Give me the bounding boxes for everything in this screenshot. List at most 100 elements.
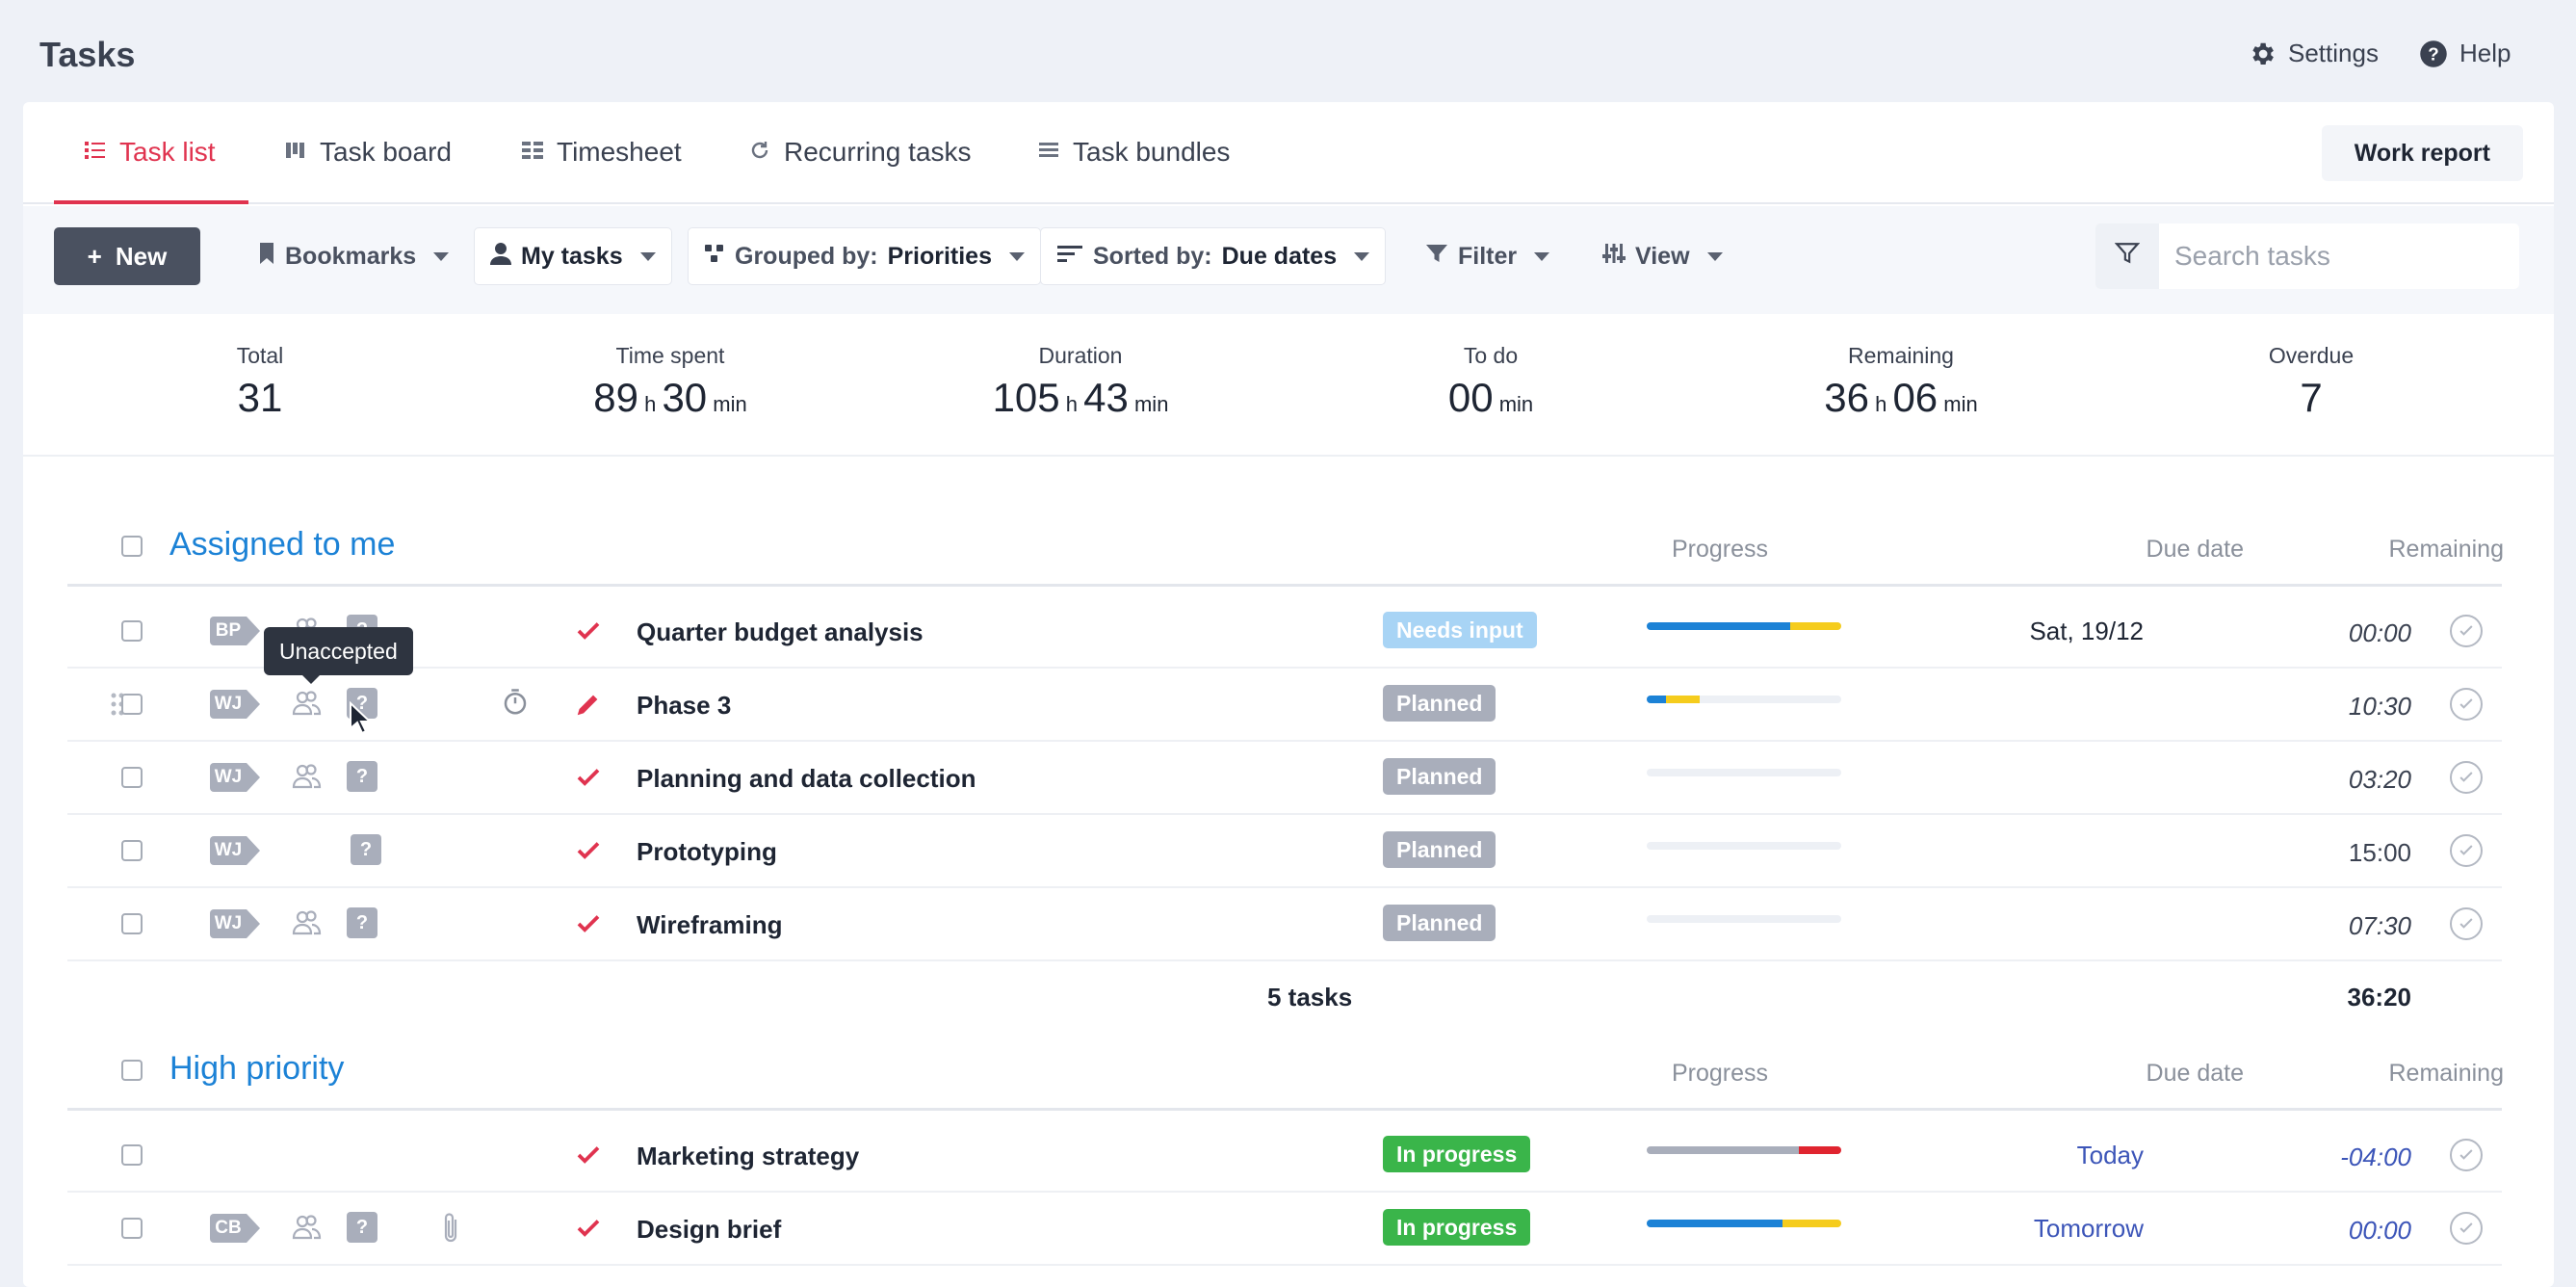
assignee-badge[interactable]: CB — [210, 1214, 260, 1243]
task-name[interactable]: Marketing strategy — [637, 1142, 859, 1171]
stat-to-do: To do 00 min — [1346, 343, 1635, 421]
stat-label: Remaining — [1848, 343, 1954, 368]
assignee-badge[interactable]: BP — [210, 617, 260, 645]
row-checkbox[interactable] — [121, 694, 143, 715]
status-badge[interactable]: Planned — [1383, 685, 1496, 722]
help-link[interactable]: ? Help — [2419, 39, 2511, 68]
status-badge[interactable]: Planned — [1383, 905, 1496, 941]
row-checkbox[interactable] — [121, 767, 143, 788]
column-header-due-date[interactable]: Due date — [2147, 1060, 2244, 1088]
column-header-progress[interactable]: Progress — [1672, 1060, 1768, 1088]
complete-task-button[interactable] — [2450, 761, 2483, 794]
divider — [67, 1108, 2502, 1111]
assignee-badge[interactable]: WJ — [210, 690, 260, 719]
stat-label: Duration — [1038, 343, 1123, 368]
task-name[interactable]: Prototyping — [637, 837, 777, 867]
progress-bar — [1647, 769, 1841, 776]
row-checkbox[interactable] — [121, 1218, 143, 1239]
remaining-total: 36:20 — [2347, 983, 2412, 1011]
group-checkbox[interactable] — [121, 1060, 143, 1081]
filter-label: Filter — [1458, 242, 1518, 270]
status-badge[interactable]: In progress — [1383, 1136, 1531, 1172]
my-tasks-label: My tasks — [521, 242, 623, 270]
progress-segment — [1798, 1146, 1841, 1154]
status-badge[interactable]: In progress — [1383, 1209, 1531, 1246]
tab-label: Timesheet — [557, 137, 682, 167]
row-checkbox[interactable] — [121, 1144, 143, 1166]
column-header-due-date[interactable]: Due date — [2147, 536, 2244, 564]
unaccepted-icon[interactable]: ? — [347, 907, 377, 938]
progress-segment — [1666, 696, 1700, 703]
my-tasks-dropdown[interactable]: My tasks — [474, 227, 672, 285]
view-dropdown[interactable]: View — [1587, 227, 1738, 285]
status-badge[interactable]: Needs input — [1383, 612, 1537, 648]
status-badge[interactable]: Planned — [1383, 758, 1496, 795]
tab-task-bundles[interactable]: Task bundles — [1038, 137, 1230, 168]
remaining-time: 00:00 — [2348, 618, 2411, 647]
group-checkbox[interactable] — [121, 536, 143, 557]
complete-task-button[interactable] — [2450, 834, 2483, 867]
remaining-time: -04:00 — [2340, 1143, 2411, 1171]
user-icon — [490, 242, 511, 272]
unaccepted-icon[interactable]: ? — [347, 761, 377, 792]
task-row[interactable]: CB? Design brief In progress Tomorrow 00:00 — [67, 1193, 2502, 1266]
complete-task-button[interactable] — [2450, 615, 2483, 647]
sorted-by-dropdown[interactable]: Sorted by: Due dates — [1040, 227, 1387, 285]
sort-icon — [1056, 243, 1083, 271]
remaining-time: 07:30 — [2348, 911, 2411, 940]
status-badge[interactable]: Planned — [1383, 831, 1496, 868]
bookmarks-dropdown[interactable]: Bookmarks — [243, 227, 464, 285]
unaccepted-icon[interactable]: ? — [347, 1212, 377, 1243]
search-filter-button[interactable] — [2095, 223, 2159, 289]
column-header-progress[interactable]: Progress — [1672, 536, 1768, 564]
settings-link[interactable]: Settings — [2248, 39, 2379, 68]
filter-dropdown[interactable]: Filter — [1410, 227, 1565, 285]
pencil-icon — [574, 690, 603, 719]
tab-task-list[interactable]: Task list — [85, 137, 216, 168]
row-checkbox[interactable] — [121, 913, 143, 934]
task-name[interactable]: Quarter budget analysis — [637, 617, 924, 647]
task-name[interactable]: Planning and data collection — [637, 764, 976, 794]
stat-value: 31 — [237, 375, 283, 420]
task-row[interactable]: Marketing strategy In progress Today -04:00 — [67, 1119, 2502, 1193]
task-name[interactable]: Wireframing — [637, 910, 782, 940]
assignee-badge[interactable]: WJ — [210, 836, 260, 865]
plus-icon: + — [87, 241, 102, 271]
task-row[interactable]: WJ? Prototyping Planned 15:00 — [67, 815, 2502, 888]
complete-task-button[interactable] — [2450, 688, 2483, 721]
group-title[interactable]: Assigned to me — [169, 526, 395, 564]
work-report-button[interactable]: Work report — [2321, 125, 2523, 181]
tab-task-board[interactable]: Task board — [285, 137, 452, 168]
group-title[interactable]: High priority — [169, 1050, 344, 1088]
task-name[interactable]: Phase 3 — [637, 691, 731, 721]
assignee-badge[interactable]: WJ — [210, 763, 260, 792]
grouped-by-dropdown[interactable]: Grouped by: Priorities — [688, 227, 1041, 285]
progress-bar — [1647, 842, 1841, 850]
timer-icon[interactable] — [501, 688, 530, 723]
new-task-button[interactable]: + New — [54, 227, 200, 285]
task-row[interactable]: WJ? Wireframing Planned 07:30 — [67, 888, 2502, 961]
stat-value: 36 h 06 min — [1824, 375, 1978, 420]
unaccepted-icon[interactable]: ? — [351, 834, 381, 865]
task-row[interactable]: WJ? Planning and data collection Planned 03… — [67, 742, 2502, 815]
row-checkbox[interactable] — [121, 840, 143, 861]
assignee-badge[interactable]: WJ — [210, 909, 260, 938]
tab-timesheet[interactable]: Timesheet — [522, 137, 682, 168]
column-header-remaining[interactable]: Remaining — [2388, 536, 2504, 564]
complete-task-button[interactable] — [2450, 907, 2483, 940]
progress-segment — [1647, 1146, 1799, 1154]
chevron-down-icon — [1008, 251, 1025, 261]
remaining-time: 00:00 — [2348, 1216, 2411, 1245]
task-name[interactable]: Design brief — [637, 1215, 781, 1245]
task-row[interactable]: WJ? Phase 3 Planned 10:30 — [67, 669, 2502, 742]
new-label: New — [115, 241, 168, 271]
row-checkbox[interactable] — [121, 620, 143, 642]
task-row[interactable]: BP?Quarter budget analysisNeeds inputSat… — [67, 595, 2502, 669]
column-header-remaining[interactable]: Remaining — [2388, 1060, 2504, 1088]
tab-recurring-tasks[interactable]: Recurring tasks — [749, 137, 972, 168]
complete-task-button[interactable] — [2450, 1139, 2483, 1171]
stat-total: Total 31 — [116, 343, 404, 421]
complete-task-button[interactable] — [2450, 1212, 2483, 1245]
search-input[interactable] — [2159, 241, 2506, 272]
stat-value: 89 h 30 min — [593, 375, 747, 420]
